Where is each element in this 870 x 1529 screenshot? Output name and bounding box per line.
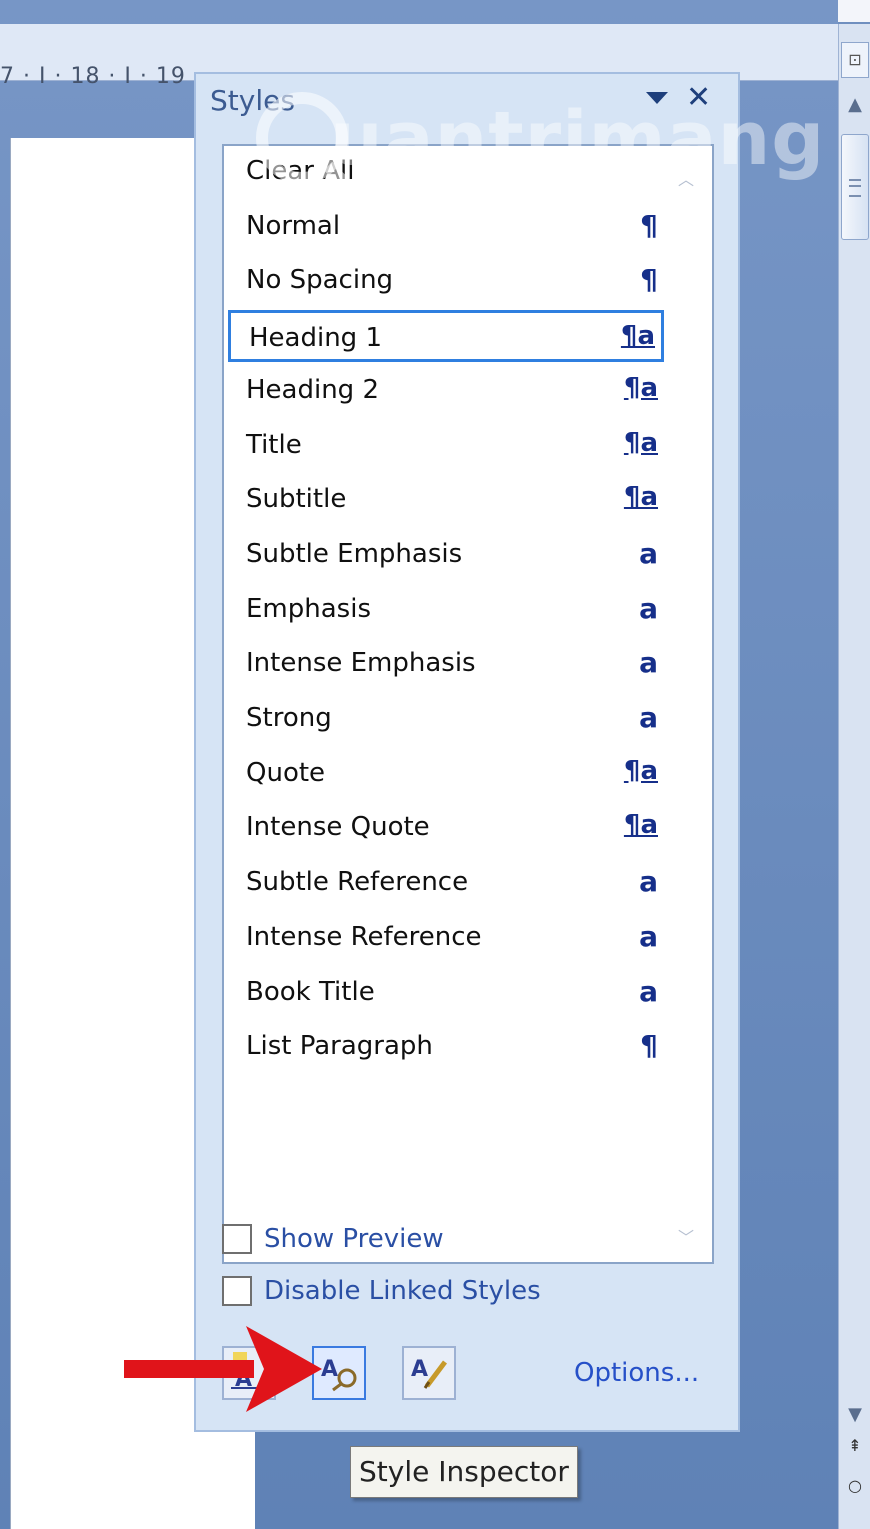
previous-page-icon[interactable]: ⇞ xyxy=(845,1436,865,1456)
style-item-name: Intense Quote xyxy=(246,812,430,843)
style-item-name: Subtle Reference xyxy=(246,867,469,898)
ruler-numbers: 7 · I · 18 · I · 19 xyxy=(0,64,186,89)
style-item[interactable]: Title ¶a xyxy=(228,420,664,472)
paragraph-style-icon: ¶ xyxy=(640,208,658,242)
style-item[interactable]: Emphasis a xyxy=(228,584,664,636)
linked-style-icon: ¶a xyxy=(623,427,658,458)
style-item-name: List Paragraph xyxy=(246,1031,433,1062)
style-item-name: Heading 2 xyxy=(246,374,379,405)
red-arrow-annotation xyxy=(124,1326,322,1412)
watermark-logo: uantrimang xyxy=(248,82,838,202)
list-scroll-down-icon[interactable]: ﹀ xyxy=(674,1224,698,1247)
browse-object-icon[interactable]: ○ xyxy=(845,1476,865,1496)
watermark-text: uantrimang xyxy=(330,96,826,182)
style-item[interactable]: Subtle Emphasis a xyxy=(228,529,664,581)
linked-style-icon: ¶a xyxy=(620,321,655,352)
style-item[interactable]: Quote ¶a xyxy=(228,748,664,800)
linked-style-icon: ¶a xyxy=(623,482,658,513)
scroll-thumb[interactable] xyxy=(841,134,869,240)
character-style-icon: a xyxy=(639,974,658,1008)
style-item-name: Emphasis xyxy=(246,593,371,624)
vertical-scrollbar[interactable]: ⊡ ▲ ▼ ⇞ ○ xyxy=(838,24,870,1529)
style-item[interactable]: Heading 1 ¶a xyxy=(228,310,664,363)
style-item[interactable]: Subtle Reference a xyxy=(228,857,664,909)
style-item[interactable]: Book Title a xyxy=(228,967,664,1019)
style-item-name: Heading 1 xyxy=(249,323,382,354)
character-style-icon: a xyxy=(639,919,658,953)
style-inspector-tooltip: Style Inspector xyxy=(350,1446,578,1498)
character-style-icon: a xyxy=(639,591,658,625)
svg-text:A: A xyxy=(411,1357,428,1382)
style-item[interactable]: Subtitle ¶a xyxy=(228,474,664,526)
style-item-name: No Spacing xyxy=(246,265,394,296)
styles-list[interactable]: ︿ Clear All Normal ¶ No Spacing ¶ Heading 1 ¶a… xyxy=(222,144,714,1264)
style-item-name: Quote xyxy=(246,757,326,788)
character-style-icon: a xyxy=(639,701,658,734)
paragraph-style-icon: ¶ xyxy=(640,1029,658,1063)
scroll-up-icon[interactable]: ▲ xyxy=(841,94,869,120)
style-item[interactable]: Intense Quote ¶a xyxy=(228,802,664,854)
disable-linked-styles-label[interactable]: Disable Linked Styles xyxy=(264,1276,541,1306)
style-item[interactable]: List Paragraph ¶ xyxy=(228,1021,664,1073)
style-item-name: Subtitle xyxy=(246,484,347,515)
character-style-icon: a xyxy=(639,865,658,899)
style-item-name: Title xyxy=(246,429,302,460)
style-item[interactable]: Intense Reference a xyxy=(228,912,664,964)
scroll-down-icon[interactable]: ▼ xyxy=(841,1404,869,1430)
view-ruler-icon[interactable]: ⊡ xyxy=(841,42,869,78)
style-item[interactable]: Intense Emphasis a xyxy=(228,638,664,690)
style-item-name: Intense Emphasis xyxy=(246,648,476,679)
character-style-icon: a xyxy=(639,646,658,680)
style-item[interactable]: Strong a xyxy=(228,693,664,745)
character-style-icon: a xyxy=(639,536,658,570)
style-item-name: Strong xyxy=(246,703,332,733)
style-item[interactable]: Normal ¶ xyxy=(228,201,664,253)
paragraph-style-icon: ¶ xyxy=(640,263,658,297)
options-link[interactable]: Options... xyxy=(574,1358,699,1388)
styles-pane: Styles ✕ ︿ Clear All Normal ¶ No Spacing ¶ He… xyxy=(194,72,740,1432)
style-item-name: Subtle Emphasis xyxy=(246,538,463,569)
style-item[interactable]: Heading 2 ¶a xyxy=(228,365,664,417)
show-preview-label[interactable]: Show Preview xyxy=(264,1224,444,1254)
style-item-name: Intense Reference xyxy=(246,921,482,952)
show-preview-checkbox[interactable] xyxy=(222,1224,252,1254)
style-item-name: Book Title xyxy=(246,976,375,1007)
manage-styles-icon: A xyxy=(411,1357,447,1389)
linked-style-icon: ¶a xyxy=(623,755,658,786)
linked-style-icon: ¶a xyxy=(623,810,658,841)
linked-style-icon: ¶a xyxy=(623,372,658,403)
disable-linked-styles-checkbox[interactable] xyxy=(222,1276,252,1306)
style-item[interactable]: No Spacing ¶ xyxy=(228,255,664,307)
style-item-name: Normal xyxy=(246,210,341,241)
manage-styles-button[interactable]: A xyxy=(402,1346,456,1400)
